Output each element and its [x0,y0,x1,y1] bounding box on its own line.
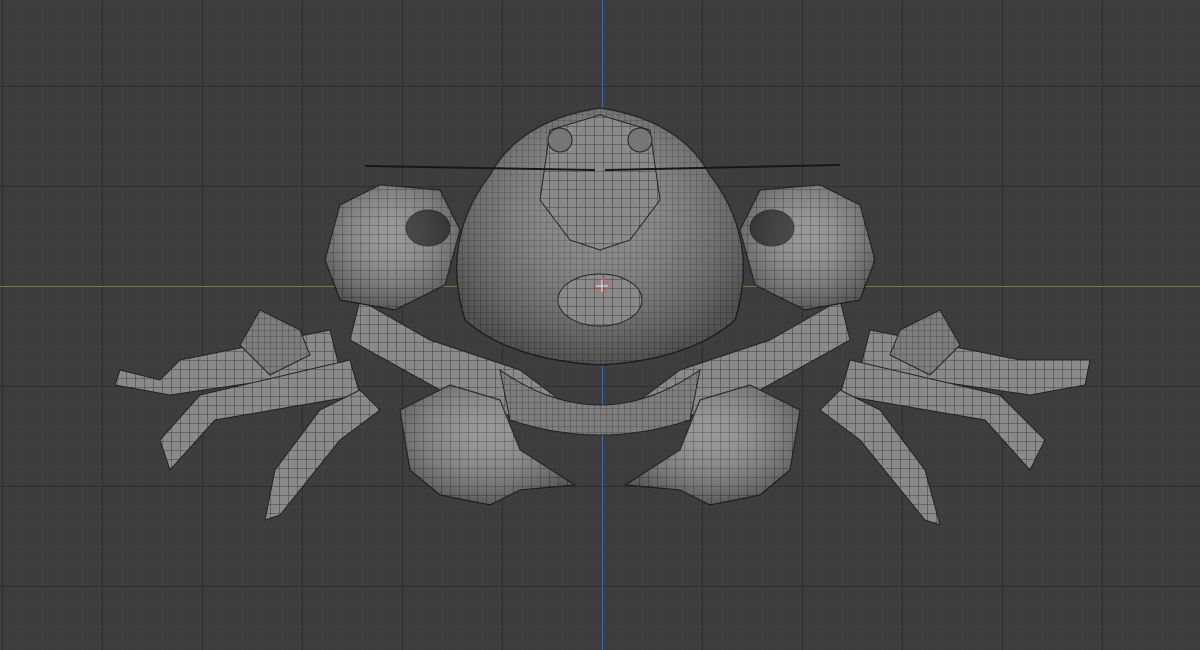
left-legs [114,309,381,521]
right-legs [819,309,1091,526]
left-upper-claw [324,184,461,311]
crab-model[interactable] [0,0,1200,650]
3d-viewport[interactable] [0,0,1200,650]
right-upper-claw [739,184,876,311]
